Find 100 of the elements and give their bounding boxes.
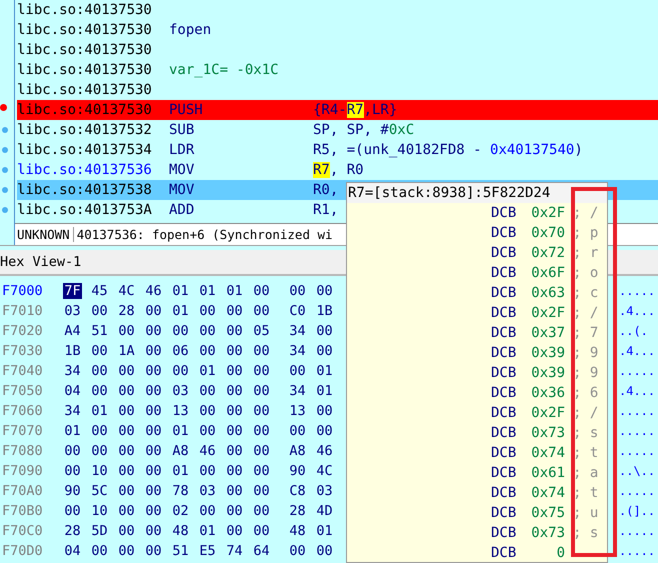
code-line[interactable]: libc.so:40137530 fopen [0,20,212,40]
hex-byte: 10 [90,463,109,479]
directive-text: DCB [491,505,518,521]
breakpoint-icon[interactable] [0,104,7,111]
hex-byte: 5C [90,483,109,499]
hex-byte: 00 [117,463,136,479]
hex-byte: 03 [198,483,217,499]
comment-text: ; u [573,505,598,521]
ascii-text: ..... [619,524,656,538]
code-line[interactable]: libc.so:40137536 MOV R7, R0 [0,160,364,180]
hex-byte: 00 [144,463,163,479]
hex-byte: C0 [288,303,307,319]
code-line[interactable]: libc.so:40137530 [0,80,169,100]
address-text: libc.so:40137534 [17,142,153,158]
address-text: libc.so:40137530 [17,22,153,38]
hex-byte: 00 [252,423,271,439]
comment-text: ; c [573,285,598,301]
hex-byte: 00 [90,363,109,379]
ascii-text: ..... [619,284,656,298]
value-text: 0x36 [530,385,565,401]
value-text: 0x6F [530,265,565,281]
comment-text: ; s [573,525,598,541]
hex-byte: 34 [288,343,307,359]
hex-byte: 00 [252,403,271,419]
operand-text: 0x40137540 [490,142,574,158]
hex-byte: 00 [315,543,334,559]
ascii-text: .4... [619,344,656,358]
code-line[interactable]: libc.so:40137532 SUB SP, SP, #0xC [0,120,414,140]
hex-byte: 00 [144,423,163,439]
hex-byte: 00 [198,343,217,359]
hex-byte: 34 [63,403,82,419]
hex-byte: 00 [144,323,163,339]
comment-text: ; / [573,405,598,421]
mnemonic-text: MOV [169,162,196,178]
directive-text: DCB [491,285,518,301]
directive-text: DCB [491,225,518,241]
hex-byte: 00 [288,283,307,299]
hex-byte: 5D [90,523,109,539]
hex-byte: 01 [198,283,217,299]
value-text: 0x75 [530,505,565,521]
hex-byte: A8 [171,443,190,459]
hex-byte: 48 [288,523,307,539]
hex-byte: 00 [171,323,190,339]
hex-address: F7050 [1,383,44,399]
code-line[interactable]: libc.so:40137534 LDR R5, =(unk_40182FD8 - 0x40137540) [0,140,583,160]
hex-address: F7030 [1,343,44,359]
hex-byte: 28 [63,523,82,539]
hex-byte: 00 [198,463,217,479]
hint-header: R7=[stack:8938]:5F822D24 [347,183,607,203]
hex-byte: 01 [171,463,190,479]
mnemonic-text: LDR [169,142,196,158]
hex-address: F7070 [1,423,44,439]
hex-byte: 34 [288,323,307,339]
hex-byte: 03 [63,303,82,319]
address-text: libc.so:40137532 [17,122,153,138]
hex-byte: 03 [315,483,334,499]
directive-text: DCB [491,465,518,481]
hex-byte: 00 [198,383,217,399]
comment-text: ; r [573,245,598,261]
hex-byte: 4C [117,283,136,299]
hex-byte: 00 [171,363,190,379]
hex-byte: 00 [315,283,334,299]
operand-text: R5, =(unk_40182FD8 - [313,142,483,158]
hex-byte: 00 [225,443,244,459]
hex-byte: 00 [252,283,271,299]
operand-text: ,LR} [364,102,398,118]
code-line[interactable]: libc.so:40137530 [0,0,169,20]
location-text: 40137536: fopen+6 (Synchronized wi [76,227,333,242]
hex-byte: 48 [171,523,190,539]
hex-byte: 00 [144,343,163,359]
mnemonic-text: PUSH [169,102,204,118]
value-text: 0x39 [530,345,565,361]
hex-address: F7000 [1,283,44,299]
code-line[interactable]: libc.so:40137530 [0,40,169,60]
code-line[interactable]: libc.so:4013753A ADD R1, [0,200,338,220]
hex-byte: 00 [117,323,136,339]
hex-byte: 34 [63,363,82,379]
hex-byte: 01 [90,403,109,419]
hex-byte: 45 [90,283,109,299]
code-line[interactable]: libc.so:40137530 var_1C= -0x1C [0,60,279,80]
hex-byte: 00 [252,383,271,399]
hex-byte: C8 [288,483,307,499]
hex-byte: 00 [225,303,244,319]
operand-text: SP, SP, # [313,122,389,138]
hex-byte: 1A [117,343,136,359]
comment-text: ; t [573,445,598,461]
comment-text: ; 7 [573,325,598,341]
ascii-text: ..... [619,424,656,438]
label-text: fopen [169,22,212,38]
hex-byte: 03 [171,383,190,399]
hex-byte: 4D [315,503,334,519]
hex-byte: 06 [171,343,190,359]
hex-byte: 00 [63,503,82,519]
comment-text: ; / [573,205,598,221]
hex-byte: 46 [198,443,217,459]
hex-byte: 01 [198,523,217,539]
value-text: 0x73 [530,525,565,541]
panel-title[interactable]: Hex View-1 [0,254,82,270]
directive-text: DCB [491,305,518,321]
hex-address: F7090 [1,463,44,479]
